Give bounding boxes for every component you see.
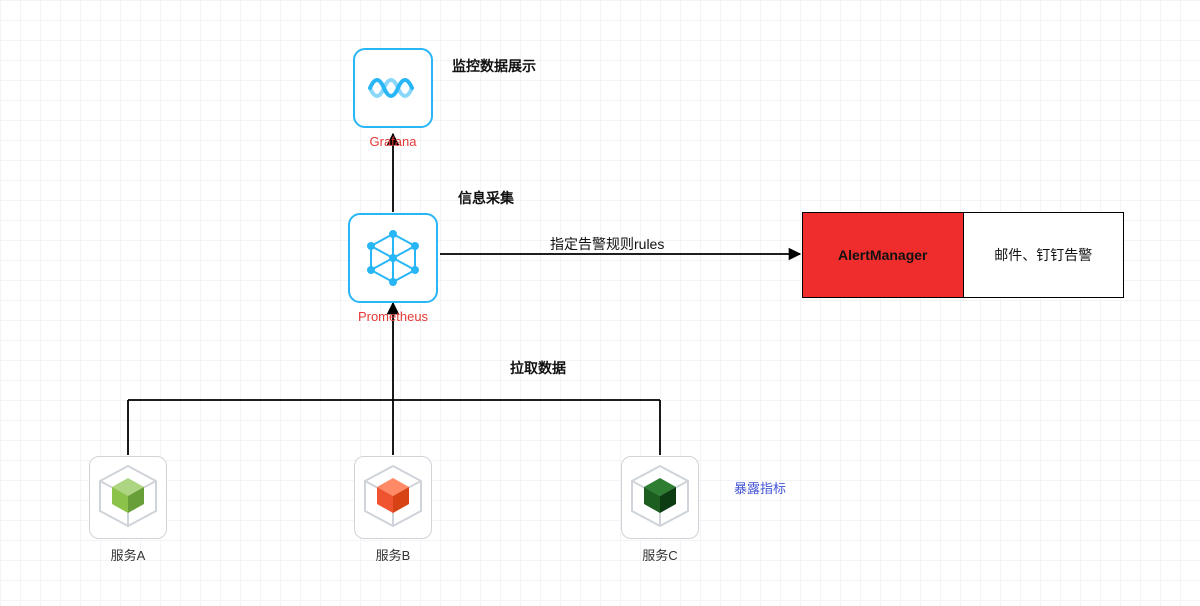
service-c-label: 服务C xyxy=(615,545,705,564)
grafana-label: Grafana xyxy=(353,134,433,149)
cube-icon xyxy=(626,463,694,529)
grafana-icon xyxy=(366,68,420,108)
prometheus-node xyxy=(348,213,438,303)
edge-pull-label: 拉取数据 xyxy=(510,358,566,378)
diagram-canvas: Grafana 监控数据展示 Prometheus 信息采集 指定告警规则rul… xyxy=(0,0,1200,606)
service-c: 服务C xyxy=(615,456,705,564)
service-a: 服务A xyxy=(83,456,173,564)
grafana-desc: 监控数据展示 xyxy=(452,56,536,76)
cube-icon xyxy=(94,463,162,529)
service-a-label: 服务A xyxy=(83,545,173,564)
service-b-label: 服务B xyxy=(348,545,438,564)
prometheus-label: Prometheus xyxy=(348,309,438,324)
prometheus-desc: 信息采集 xyxy=(458,188,514,208)
service-b: 服务B xyxy=(348,456,438,564)
service-a-box xyxy=(89,456,167,539)
grafana-node xyxy=(353,48,433,128)
alertmanager-title: AlertManager xyxy=(803,213,964,297)
connectors xyxy=(0,0,1200,606)
expose-label: 暴露指标 xyxy=(734,478,786,497)
service-c-box xyxy=(621,456,699,539)
service-b-box xyxy=(354,456,432,539)
edge-rules-label: 指定告警规则rules xyxy=(550,234,664,254)
alertmanager-channels: 邮件、钉钉告警 xyxy=(964,213,1124,297)
cube-icon xyxy=(359,463,427,529)
prometheus-icon xyxy=(363,228,423,288)
alertmanager-node: AlertManager 邮件、钉钉告警 xyxy=(802,212,1124,298)
